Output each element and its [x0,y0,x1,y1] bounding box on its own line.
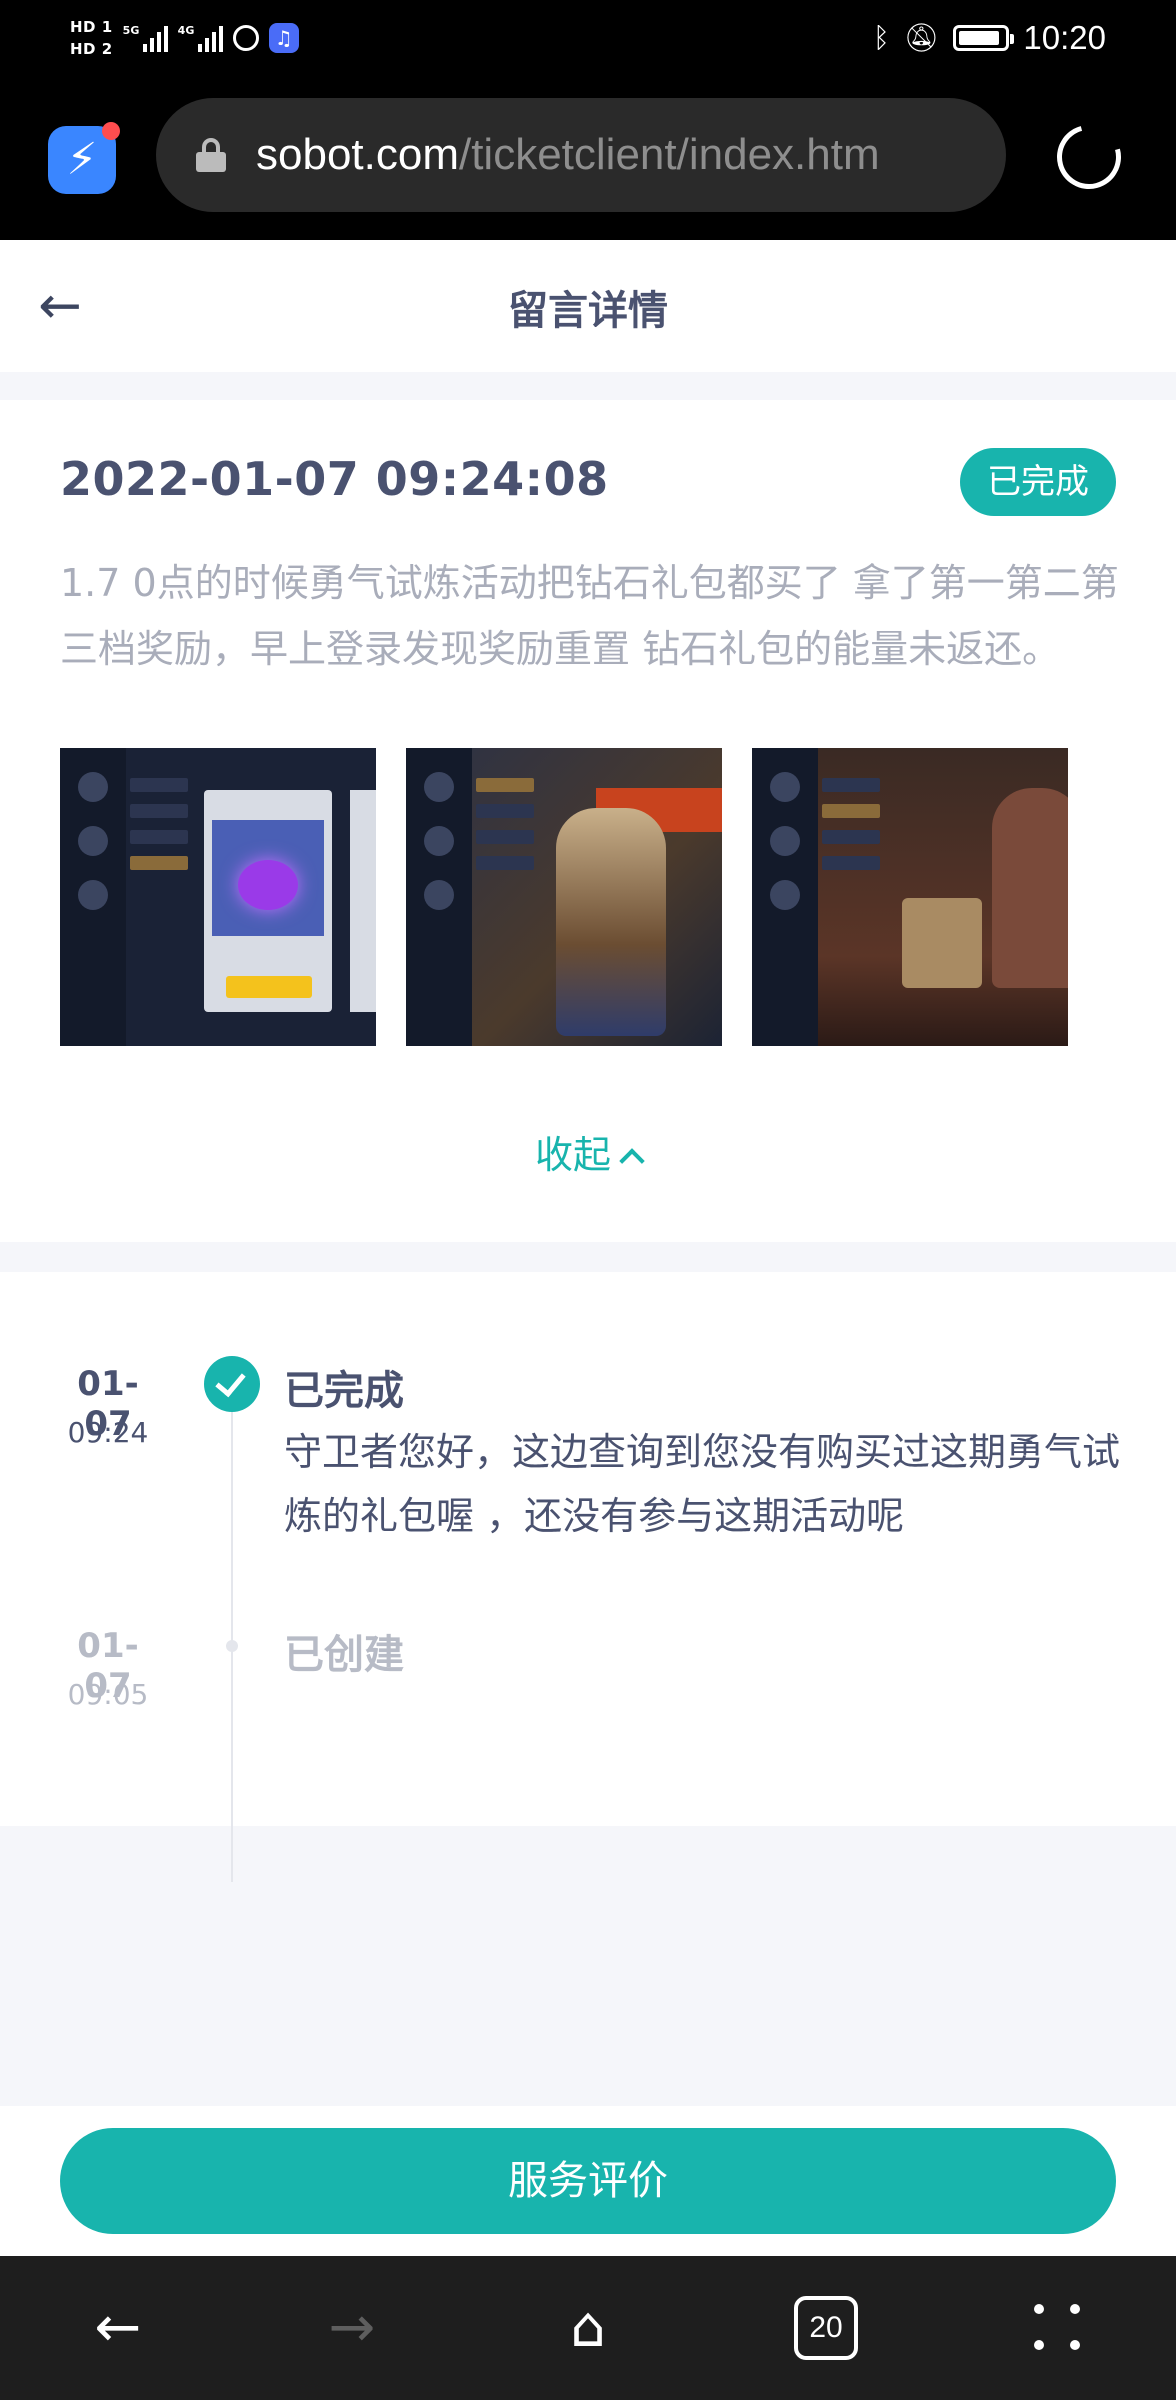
url-text: sobot.com/ticketclient/index.htm [256,130,880,179]
tabs-button[interactable]: 20 [794,2296,858,2360]
ticket-description: 1.7 0点的时候勇气试炼活动把钻石礼包都买了 拿了第一第二第三档奖励，早上登录… [60,561,1119,671]
timeline-time: 09:05 [67,1678,149,1711]
rate-service-button[interactable]: 服务评价 [60,2128,1116,2234]
music-app-icon: ♫ [268,23,299,53]
timeline-time: 09:24 [67,1416,149,1449]
lightning-icon: ⚡︎ [66,134,98,185]
notification-dot [102,122,120,140]
browser-app-icon[interactable]: ⚡︎ [48,122,120,194]
attachment-thumbnail-1[interactable] [60,748,376,1046]
timeline-reply: 守卫者您好，这边查询到您没有购买过这期勇气试炼的礼包喔 ，还没有参与这期活动呢 [284,1430,1121,1538]
reload-icon[interactable] [1045,113,1133,201]
back-icon[interactable]: ← [78,2292,158,2364]
forward-icon[interactable]: → [312,2292,392,2364]
page-header: ← 留言详情 [0,240,1176,372]
timeline-line [231,1370,233,1882]
hd2-indicator: HD 2 [70,40,113,58]
bottom-action-area: 服务评价 [0,2106,1176,2256]
status-time: 10:20 [1023,19,1106,56]
timeline-status: 已创建 [284,1632,404,1678]
collapse-button[interactable]: 收起 [0,1124,1176,1179]
network-type-1: 5G [122,24,140,37]
lock-icon [196,138,226,172]
chevron-up-icon [619,1148,645,1174]
ticket-timeline: 01-07 09:24 已完成 守卫者您好，这边查询到您没有购买过这期勇气试炼的… [0,1272,1176,1882]
mute-bell-icon: 🔕︎ [903,21,940,54]
ticket-card: 2022-01-07 09:24:08 已完成 1.7 0点的时候勇气试炼活动把… [0,400,1176,1242]
battery-icon [953,25,1015,51]
browser-nav-bar: ← → ⌂ 20 [0,2256,1176,2400]
menu-dots-icon[interactable] [1030,2300,1084,2354]
attachment-list [60,748,1068,1046]
network-type-2: 4G [177,24,195,37]
check-circle-icon [204,1356,260,1412]
bluetooth-icon: ᛒ [873,21,890,54]
ticket-created-time: 2022-01-07 09:24:08 [60,452,609,506]
signal-1-icon: 5G [123,24,168,52]
home-icon[interactable]: ⌂ [548,2292,628,2364]
timeline-status: 已完成 [284,1368,404,1414]
attachment-thumbnail-2[interactable] [406,748,722,1046]
signal-2-icon: 4G [178,24,223,52]
url-bar[interactable]: sobot.com/ticketclient/index.htm [156,98,1006,212]
timeline-dot [226,1640,238,1652]
page-title: 留言详情 [508,288,668,334]
sync-icon [232,25,259,51]
browser-toolbar: ⚡︎ sobot.com/ticketclient/index.htm [0,76,1176,240]
status-bar: HD 1 HD 2 5G 4G ♫ ᛒ 🔕︎ 10:20 [0,0,1176,76]
attachment-thumbnail-3[interactable] [752,748,1068,1046]
hd1-indicator: HD 1 [70,18,113,36]
status-badge: 已完成 [960,448,1116,516]
